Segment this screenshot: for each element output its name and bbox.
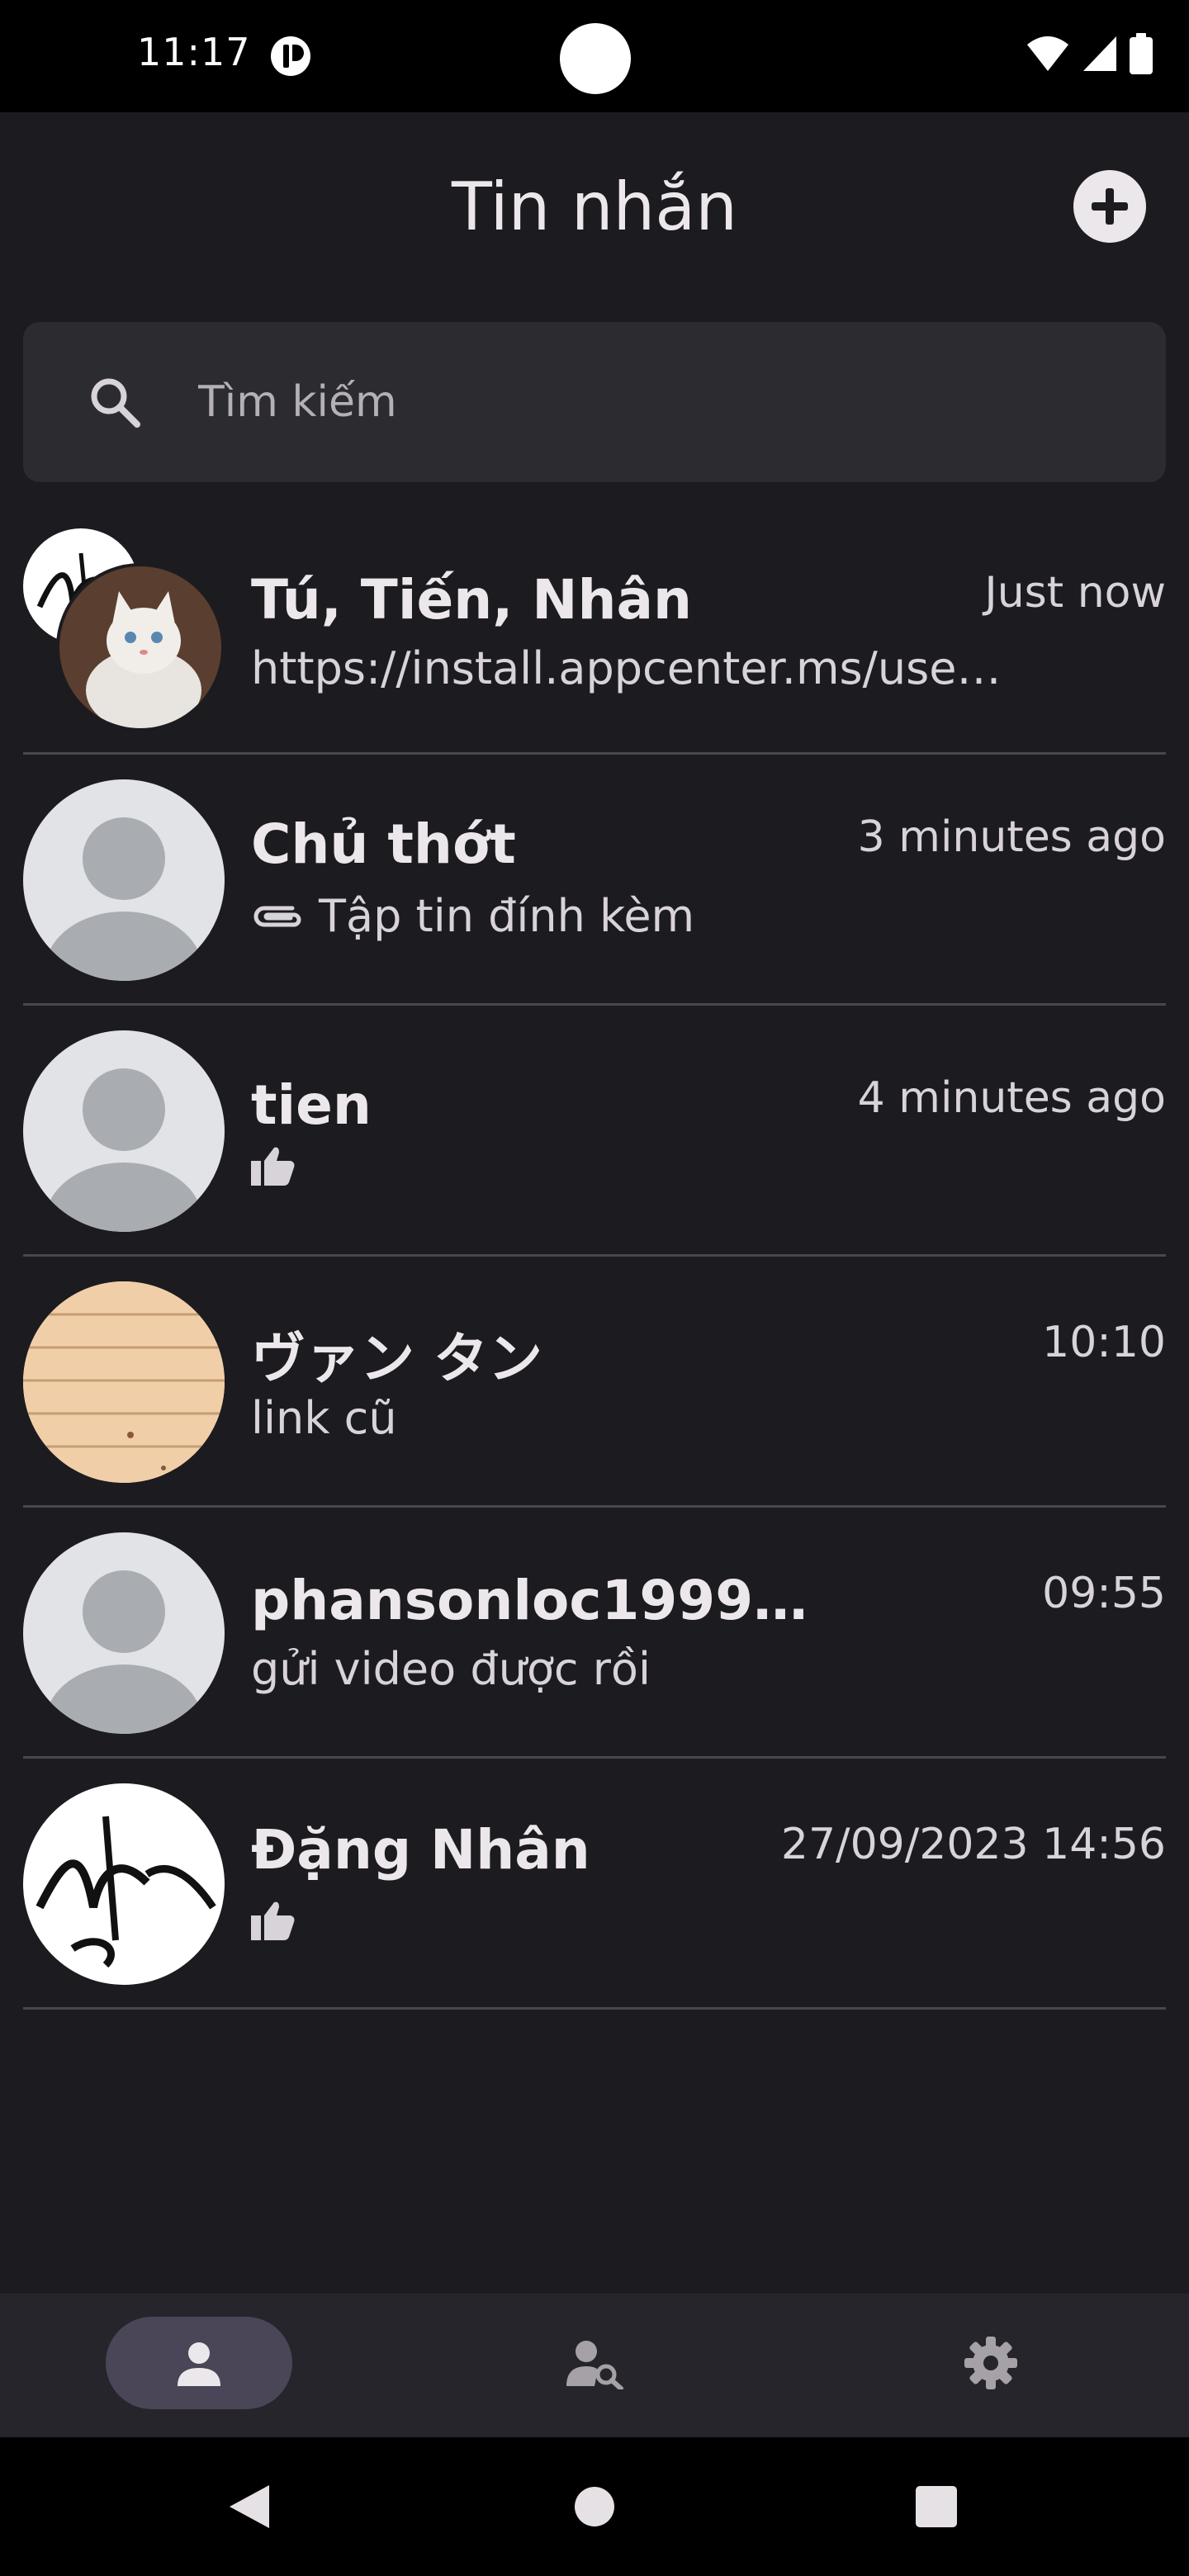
status-icons xyxy=(1026,33,1153,74)
battery-icon xyxy=(1130,33,1153,74)
back-icon[interactable] xyxy=(226,2482,272,2531)
calligraphy-avatar xyxy=(23,1783,225,1985)
conversation-time: 09:55 xyxy=(1042,1569,1166,1618)
conversation-name: tien xyxy=(251,1073,372,1137)
default-person-avatar xyxy=(23,1030,225,1232)
paperclip-icon xyxy=(253,906,301,926)
camera-cutout xyxy=(560,23,631,94)
conversation-preview xyxy=(251,1144,296,1186)
cat-avatar xyxy=(56,563,225,732)
conversation-item[interactable]: Tú, Tiến, Nhân Just now https://install.… xyxy=(23,504,1166,755)
group-avatar xyxy=(23,528,251,735)
preview-text: link cũ xyxy=(251,1392,397,1444)
conversation-preview xyxy=(251,1899,296,1940)
conversation-time: 4 minutes ago xyxy=(857,1073,1166,1123)
conversation-time: 27/09/2023 14:56 xyxy=(780,1820,1166,1869)
preview-text: https://install.appcenter.ms/use… xyxy=(251,642,1002,694)
wifi-icon xyxy=(1027,36,1068,71)
conversation-item[interactable]: tien 4 minutes ago xyxy=(23,1006,1166,1257)
search-bar[interactable] xyxy=(23,322,1166,482)
person-search-icon xyxy=(566,2341,623,2389)
conversation-preview: Tập tin đính kèm xyxy=(251,890,694,942)
default-person-avatar xyxy=(23,779,225,981)
conversation-name: Chủ thớt xyxy=(251,812,516,876)
preview-text: Tập tin đính kèm xyxy=(319,890,695,942)
conversation-time: 10:10 xyxy=(1042,1318,1166,1367)
search-icon xyxy=(91,378,140,428)
conversation-name: Đặng Nhân xyxy=(251,1818,590,1882)
conversation-time: Just now xyxy=(984,568,1166,618)
app-notification-icon xyxy=(271,36,310,76)
status-bar: 11:17 xyxy=(0,0,1189,112)
plus-icon xyxy=(1092,188,1128,225)
header: Tin nhắn xyxy=(0,112,1189,317)
conversation-preview: gửi video được rồi xyxy=(251,1643,651,1695)
cell-signal-icon xyxy=(1083,36,1116,71)
status-time: 11:17 xyxy=(137,30,251,74)
person-icon xyxy=(178,2342,220,2386)
conversation-item[interactable]: Đặng Nhân 27/09/2023 14:56 xyxy=(23,1759,1166,2010)
conversation-item[interactable]: phansonloc1999… 09:55 gửi video được rồi xyxy=(23,1508,1166,1759)
nav-settings[interactable] xyxy=(898,2317,1084,2409)
conversation-preview: https://install.appcenter.ms/use… xyxy=(251,642,1001,694)
wood-texture-avatar xyxy=(23,1281,225,1483)
recents-icon[interactable] xyxy=(915,2485,958,2528)
home-icon[interactable] xyxy=(573,2485,616,2528)
conversation-item[interactable]: ヴァン タン 10:10 link cũ xyxy=(23,1257,1166,1508)
nav-find-people[interactable] xyxy=(501,2317,688,2409)
default-person-avatar xyxy=(23,1532,225,1734)
thumbs-up-icon xyxy=(251,1901,295,1940)
search-input[interactable] xyxy=(197,355,1105,449)
thumbs-up-icon xyxy=(251,1147,295,1186)
conversation-item[interactable]: Chủ thớt 3 minutes ago Tập tin đính kèm xyxy=(23,755,1166,1006)
conversation-name: ヴァン タン xyxy=(251,1327,542,1390)
conversation-name: phansonloc1999… xyxy=(251,1569,808,1632)
gear-icon xyxy=(964,2337,1017,2389)
preview-text: gửi video được rồi xyxy=(251,1643,651,1695)
conversation-name: Tú, Tiến, Nhân xyxy=(251,568,692,632)
conversation-time: 3 minutes ago xyxy=(857,812,1166,862)
page-title: Tin nhắn xyxy=(452,168,737,245)
bottom-navigation xyxy=(0,2294,1189,2437)
new-message-button[interactable] xyxy=(1073,170,1146,243)
conversation-preview: link cũ xyxy=(251,1392,397,1444)
nav-messages[interactable] xyxy=(106,2317,292,2409)
system-navigation-bar xyxy=(0,2437,1189,2576)
